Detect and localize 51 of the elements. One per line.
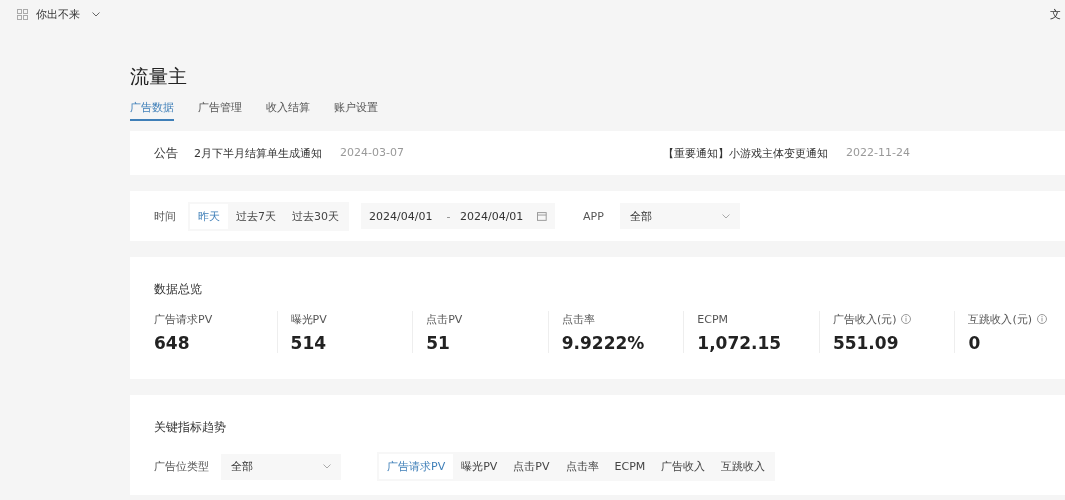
metric-value: 9.9222% (561, 333, 646, 353)
metric-tab[interactable]: 点击率 (557, 454, 607, 479)
metric-label: 点击率 (561, 311, 595, 327)
notice-label: 公告 (154, 144, 178, 162)
app-label: APP (583, 209, 604, 223)
nav-tab[interactable]: 广告数据 (130, 100, 174, 121)
metric-tab[interactable]: ECPM (606, 454, 654, 479)
docs-link[interactable]: 文 (1050, 6, 1061, 22)
metric-tab[interactable]: 广告收入 (653, 454, 714, 479)
metric-label: 曝光PV (290, 311, 327, 327)
section-title: 关键指标趋势 (154, 419, 227, 436)
app-select[interactable]: 全部 (619, 203, 740, 229)
notice-date: 2024-03-07 (340, 145, 404, 161)
chevron-down-icon (323, 464, 331, 469)
metric-value: 648 (154, 333, 191, 353)
metric-label: 广告请求PV (154, 311, 213, 327)
metric-tab[interactable]: 曝光PV (453, 454, 506, 479)
metric-value: 0 (968, 333, 982, 353)
nav-tab[interactable]: 收入结算 (266, 100, 310, 121)
notice-link[interactable]: 2月下半月结算单生成通知 (194, 145, 322, 161)
nav-tab[interactable]: 广告管理 (198, 100, 242, 121)
notice-date: 2022-11-24 (846, 145, 910, 161)
account-menu[interactable]: 你出不来 (36, 6, 80, 22)
page-title: 流量主 (130, 64, 188, 89)
metric-value: 514 (290, 333, 328, 353)
metric-value: 51 (426, 333, 451, 353)
metric-tab[interactable]: 互跳收入 (713, 454, 774, 479)
nav-tab[interactable]: 账户设置 (334, 100, 378, 121)
ad-type-select[interactable]: 全部 (221, 453, 341, 480)
grid-icon (17, 8, 28, 20)
chevron-down-icon (92, 11, 100, 17)
section-title: 数据总览 (154, 281, 203, 298)
calendar-icon (537, 211, 547, 221)
metric-label: ECPM (697, 312, 729, 326)
metric-tab[interactable]: 广告请求PV (379, 454, 454, 479)
metric-label: 互跳收入(元) (968, 311, 1033, 327)
range-option[interactable]: 过去7天 (228, 203, 284, 229)
metric-value: 1,072.15 (697, 333, 783, 353)
notice-link[interactable]: 【重要通知】小游戏主体变更通知 (663, 145, 829, 161)
metric-tab[interactable]: 点击PV (505, 454, 558, 479)
chevron-down-icon (721, 213, 730, 219)
metric-value: 551.09 (832, 333, 900, 353)
ad-type-label: 广告位类型 (154, 459, 209, 474)
date-range-field[interactable]: 2024/04/01 - 2024/04/01 (361, 203, 555, 229)
info-icon (901, 314, 912, 324)
metric-label: 广告收入(元) (832, 311, 897, 327)
range-option[interactable]: 昨天 (190, 203, 228, 229)
time-label: 时间 (154, 208, 176, 224)
range-option[interactable]: 过去30天 (284, 203, 347, 229)
info-icon (1037, 314, 1048, 324)
metric-label: 点击PV (426, 311, 463, 327)
